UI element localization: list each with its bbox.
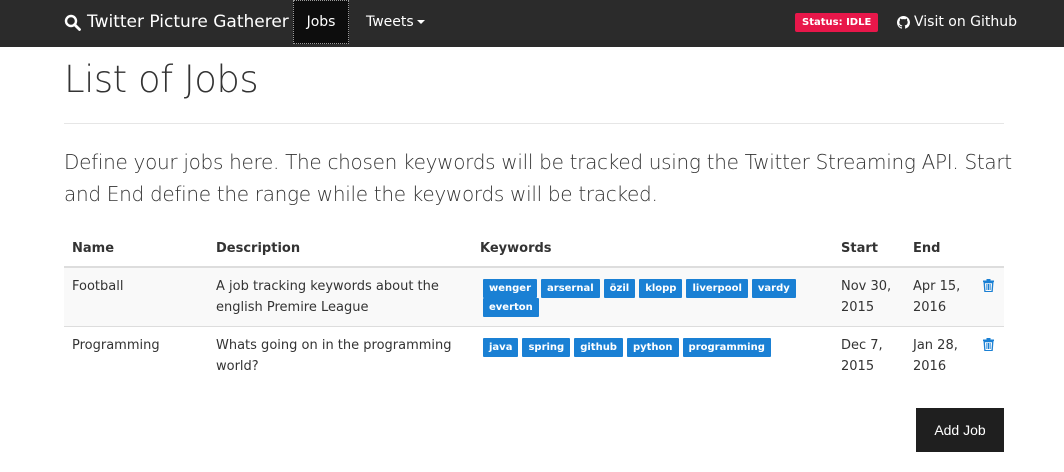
job-actions bbox=[975, 266, 1004, 327]
caret-down-icon bbox=[416, 20, 425, 24]
nav-item-tweets-dropdown[interactable]: Tweets bbox=[366, 0, 425, 44]
page-title: List of Jobs bbox=[64, 58, 259, 101]
job-end: Apr 15, 2016 bbox=[905, 266, 975, 327]
column-header-description: Description bbox=[208, 230, 472, 268]
keyword-tag: wenger bbox=[483, 279, 538, 298]
top-navbar: Twitter Picture Gatherer Jobs Tweets Sta… bbox=[0, 0, 1064, 47]
add-job-button[interactable]: Add Job bbox=[916, 408, 1004, 452]
keyword-tag: klopp bbox=[639, 279, 683, 298]
github-icon bbox=[897, 15, 910, 29]
job-name: Football bbox=[64, 266, 208, 327]
table-row: Football A job tracking keywords about t… bbox=[64, 266, 1004, 327]
table-header-row: Name Description Keywords Start End bbox=[64, 230, 1004, 268]
status-badge: Status: IDLE bbox=[795, 13, 879, 32]
column-header-actions bbox=[975, 230, 1004, 268]
keyword-tag: özil bbox=[603, 279, 636, 298]
page-lead-text: Define your jobs here. The chosen keywor… bbox=[64, 150, 1012, 206]
keyword-tag: liverpool bbox=[686, 279, 748, 298]
keyword-tag: programming bbox=[682, 338, 771, 357]
keyword-tag: spring bbox=[522, 338, 571, 357]
brand-link[interactable]: Twitter Picture Gatherer bbox=[64, 0, 289, 44]
column-header-end: End bbox=[905, 230, 975, 268]
jobs-table: Name Description Keywords Start End Foot… bbox=[64, 230, 1004, 385]
search-icon bbox=[64, 14, 81, 31]
keyword-tag: vardy bbox=[751, 279, 796, 298]
header-divider bbox=[64, 123, 1004, 124]
nav-item-jobs-label: Jobs bbox=[306, 14, 336, 30]
job-description: Whats going on in the programming world? bbox=[208, 326, 472, 385]
job-keywords: java spring github python programming bbox=[472, 326, 833, 385]
delete-job-button[interactable] bbox=[983, 276, 994, 299]
job-description: A job tracking keywords about the englis… bbox=[208, 266, 472, 327]
trash-icon bbox=[983, 279, 994, 293]
keyword-tag: everton bbox=[483, 298, 539, 317]
delete-job-button[interactable] bbox=[983, 335, 994, 358]
column-header-keywords: Keywords bbox=[472, 230, 833, 268]
status-badge-label: Status: IDLE bbox=[802, 17, 872, 28]
job-start: Dec 7, 2015 bbox=[833, 326, 905, 385]
job-keywords: wenger arsernal özil klopp liverpool var… bbox=[472, 266, 833, 327]
github-link-label: Visit on Github bbox=[914, 14, 1018, 30]
brand-label: Twitter Picture Gatherer bbox=[87, 12, 289, 32]
column-header-start: Start bbox=[833, 230, 905, 268]
github-link[interactable]: Visit on Github bbox=[897, 0, 1017, 44]
job-name: Programming bbox=[64, 326, 208, 385]
column-header-name: Name bbox=[64, 230, 208, 268]
job-start: Nov 30, 2015 bbox=[833, 266, 905, 327]
trash-icon bbox=[983, 338, 994, 352]
add-job-button-label: Add Job bbox=[934, 422, 986, 438]
keyword-tag: python bbox=[626, 338, 679, 357]
nav-item-jobs[interactable]: Jobs bbox=[293, 0, 349, 44]
keyword-tag: github bbox=[574, 338, 623, 357]
job-end: Jan 28, 2016 bbox=[905, 326, 975, 385]
job-actions bbox=[975, 326, 1004, 385]
table-row: Programming Whats going on in the progra… bbox=[64, 326, 1004, 385]
keyword-tag: java bbox=[483, 338, 519, 357]
keyword-tag: arsernal bbox=[541, 279, 600, 298]
nav-item-tweets-label: Tweets bbox=[366, 14, 414, 30]
